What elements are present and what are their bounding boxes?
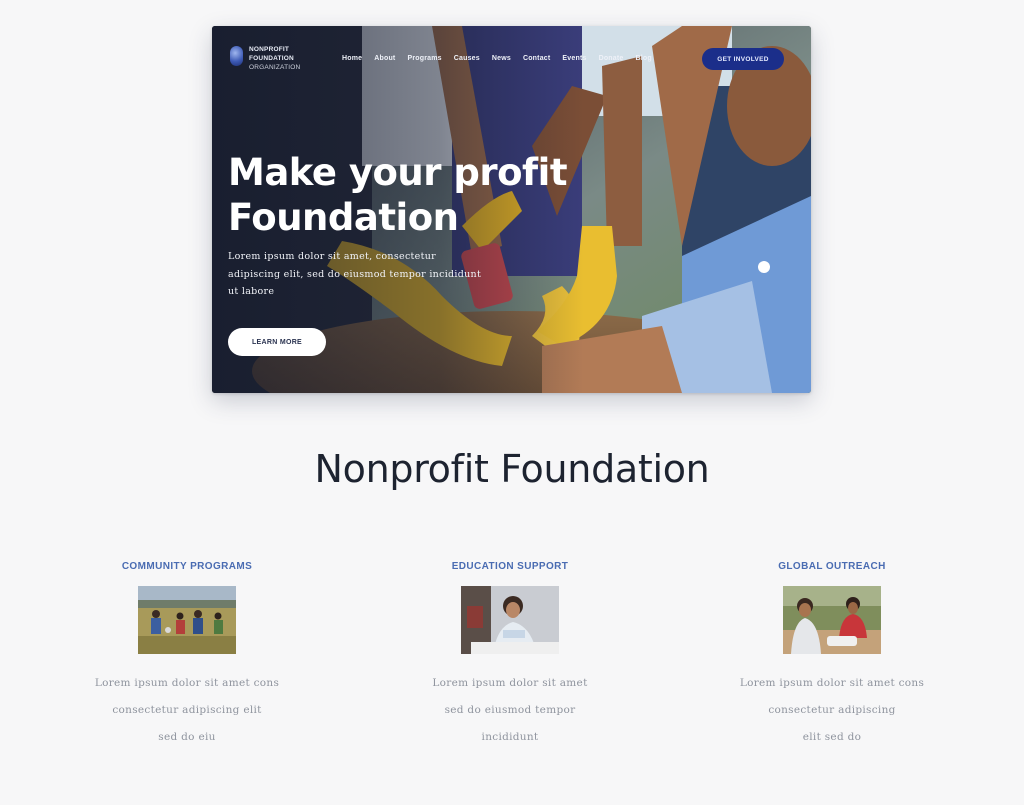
feature-description: Lorem ipsum dolor sit amet cons consecte… xyxy=(712,670,952,751)
nav-link-news[interactable]: News xyxy=(492,55,511,63)
feature-card-2: EDUCATION SUPPORT Lorem ipsum dolor sit … xyxy=(380,559,640,751)
section-title: Nonprofit Foundation xyxy=(314,447,710,491)
feature-description: Lorem ipsum dolor sit amet cons consecte… xyxy=(67,670,307,751)
nav-link-programs[interactable]: Programs xyxy=(407,55,441,63)
feature-text-line: sed do eiu xyxy=(158,731,216,743)
feature-card-3: GLOBAL OUTREACH Lorem ipsum dolor sit am… xyxy=(702,559,962,751)
feature-text-line: Lorem ipsum dolor sit amet cons xyxy=(94,677,280,689)
logo-text: NONPROFIT FOUNDATION ORGANIZATION xyxy=(249,46,300,72)
nav-link-blog[interactable]: Blog xyxy=(636,55,652,63)
feature-text-line: incididunt xyxy=(481,731,539,743)
hero-description: Lorem ipsum dolor sit amet, consectetur … xyxy=(228,251,482,297)
site-logo[interactable]: NONPROFIT FOUNDATION ORGANIZATION xyxy=(230,46,300,72)
children-on-field-photo[interactable] xyxy=(138,586,236,654)
feature-title[interactable]: COMMUNITY PROGRAMS xyxy=(57,559,317,575)
feature-text-line: Lorem ipsum dolor sit amet xyxy=(432,677,588,689)
feature-text-line: consectetur adipiscing elit xyxy=(112,704,262,716)
feature-text-line: sed do eiusmod tempor xyxy=(444,704,576,716)
top-navigation: NONPROFIT FOUNDATION ORGANIZATION Home A… xyxy=(212,26,811,88)
get-involved-button[interactable]: GET INVOLVED xyxy=(702,48,784,70)
globe-icon xyxy=(230,46,243,66)
nav-link-contact[interactable]: Contact xyxy=(523,55,550,63)
nav-link-about[interactable]: About xyxy=(374,55,395,63)
feature-card-1: COMMUNITY PROGRAMS Lorem ipsum dolor sit… xyxy=(57,559,317,751)
feature-text-line: consectetur adipiscing xyxy=(768,704,896,716)
people-outdoors-photo[interactable] xyxy=(783,586,881,654)
logo-line-2: FOUNDATION xyxy=(249,55,294,62)
learn-more-button[interactable]: LEARN MORE xyxy=(228,328,326,356)
nav-link-causes[interactable]: Causes xyxy=(454,55,480,63)
feature-title[interactable]: EDUCATION SUPPORT xyxy=(380,559,640,575)
logo-line-1: NONPROFIT xyxy=(249,46,290,53)
hero-title: Make your profit Foundation xyxy=(228,151,568,239)
nav-links: Home About Programs Causes News Contact … xyxy=(342,55,652,63)
hero-banner: NONPROFIT FOUNDATION ORGANIZATION Home A… xyxy=(212,26,811,393)
nav-link-donate[interactable]: Donate xyxy=(599,55,624,63)
feature-title[interactable]: GLOBAL OUTREACH xyxy=(702,559,962,575)
logo-line-3: ORGANIZATION xyxy=(249,64,301,71)
feature-text-line: Lorem ipsum dolor sit amet cons xyxy=(739,677,925,689)
nav-link-home[interactable]: Home xyxy=(342,55,362,63)
volunteer-at-desk-photo[interactable] xyxy=(461,586,559,654)
nav-link-events[interactable]: Events xyxy=(562,55,586,63)
feature-description: Lorem ipsum dolor sit amet sed do eiusmo… xyxy=(390,670,630,751)
feature-text-line: elit sed do xyxy=(802,731,862,743)
